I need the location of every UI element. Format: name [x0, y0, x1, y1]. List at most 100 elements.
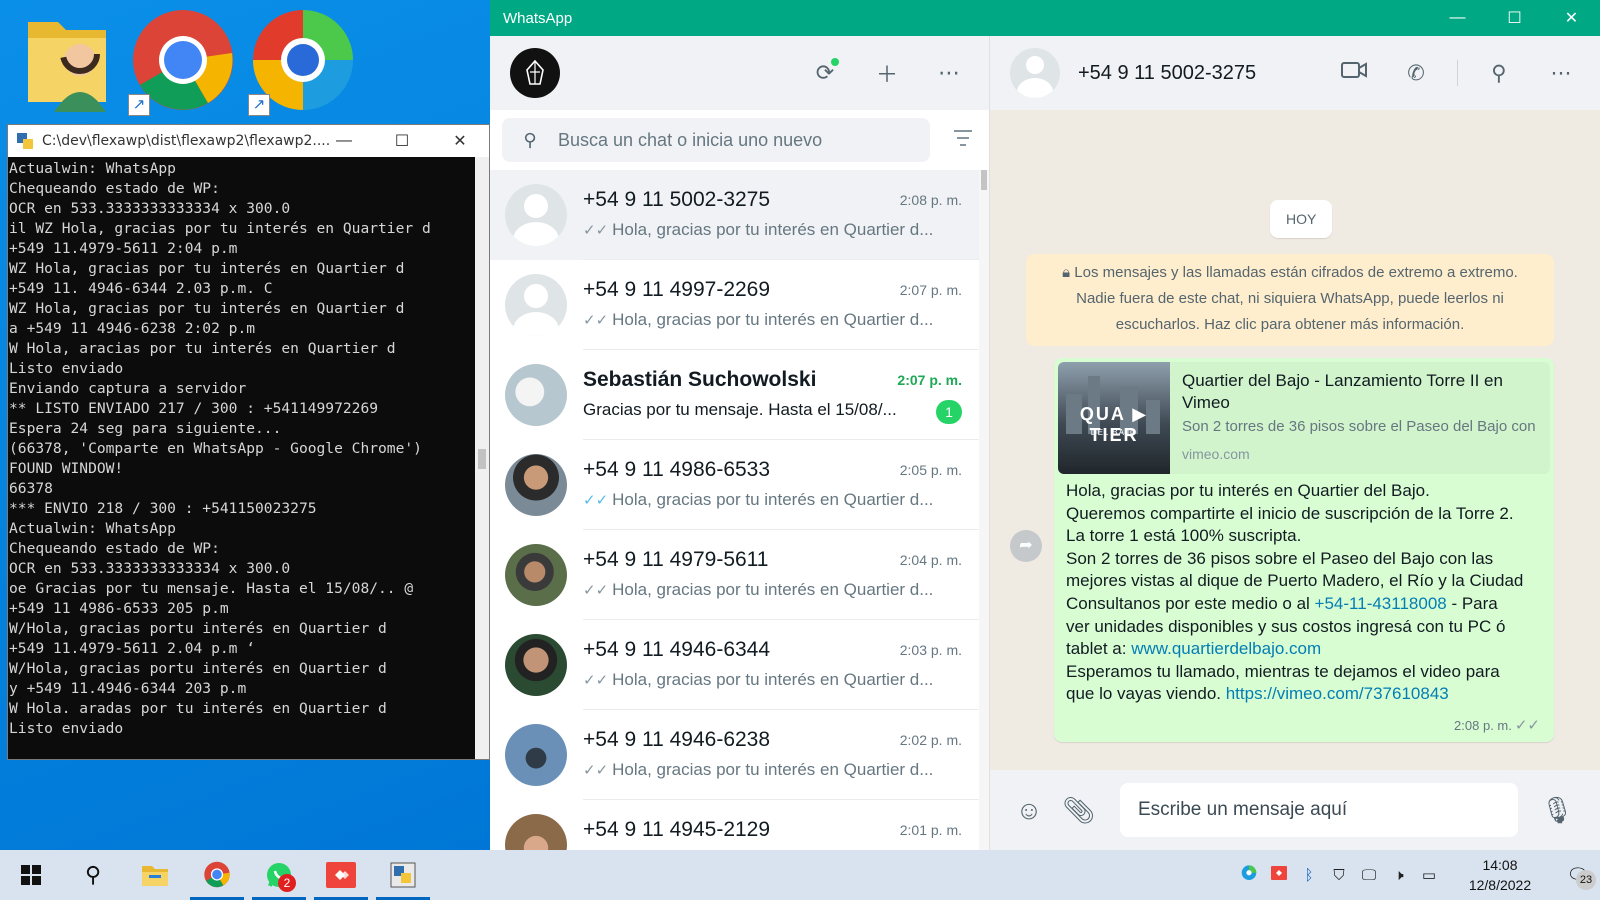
chrome-taskbar-icon[interactable]: [186, 850, 248, 900]
console-line: 66378: [9, 480, 53, 497]
chat-list-panel: ⟳ ＋ ⋯ ⚲ +54 9 11 5002-32752:08 p. m.✓✓Ho…: [490, 36, 990, 850]
status-icon[interactable]: ⟳: [807, 58, 843, 86]
message-input[interactable]: [1120, 783, 1518, 837]
whatsapp-taskbar-icon[interactable]: 2: [248, 850, 310, 900]
search-input[interactable]: [558, 129, 908, 151]
close-button[interactable]: ✕: [1543, 0, 1600, 36]
chat-list-item[interactable]: +54 9 11 4986-6533 2:05 p. m. ✓✓ Hola, grac…: [490, 440, 980, 530]
console-line: *** ENVIO 218 / 300 : +541150023275: [9, 500, 317, 517]
chat-list-item[interactable]: +54 9 11 4997-2269 2:07 p. m. ✓✓ Hola, grac…: [490, 260, 980, 350]
video-link[interactable]: https://vimeo.com/737610843: [1226, 684, 1449, 703]
chat-avatar: [505, 724, 567, 786]
chat-time: 2:04 p. m.: [899, 552, 962, 568]
minimize-button[interactable]: —: [315, 125, 373, 157]
microphone-icon[interactable]: 🎙︎: [1532, 795, 1582, 826]
phone-link[interactable]: +54-11-43118008: [1315, 594, 1447, 613]
search-messages-icon[interactable]: ⚲: [1478, 61, 1520, 86]
notification-center-icon[interactable]: 🗨︎23: [1556, 865, 1600, 890]
header-divider: [1457, 60, 1458, 86]
chat-preview: Gracias por tu mensaje. Hasta el 15/08/.…: [583, 400, 943, 420]
notice-line-3: escucharlos. Haz clic para obtener más i…: [1115, 316, 1465, 333]
bluetooth-icon[interactable]: ᛒ: [1294, 867, 1324, 884]
message-line: ver unidades disponibles y sus costos in…: [1066, 616, 1506, 636]
chat-preview: ✓✓ Hola, gracias por tu interés en Quarti…: [583, 580, 943, 600]
chat-avatar: [505, 634, 567, 696]
chat-time: 2:05 p. m.: [899, 462, 962, 478]
chat-list-scrollbar[interactable]: [979, 170, 989, 850]
maximize-button[interactable]: ☐: [1486, 0, 1543, 36]
chat-list-item[interactable]: +54 9 11 4979-5611 2:04 p. m. ✓✓ Hola, grac…: [490, 530, 980, 620]
console-scrollbar[interactable]: [475, 157, 489, 759]
chat-list-item[interactable]: +54 9 11 4945-2129 2:01 p. m.: [490, 800, 980, 850]
attach-icon[interactable]: 📎︎: [1054, 795, 1104, 826]
outgoing-message[interactable]: QUA ▶ TIER DEL BAJO Quartier del Bajo - …: [1054, 358, 1554, 742]
edge-desktop-icon[interactable]: ↗: [248, 8, 358, 116]
user-folder-desktop-icon[interactable]: [20, 8, 130, 116]
console-line: WZ Hola, gracias por tu interés en Quart…: [9, 260, 405, 277]
lock-icon: 🔒︎: [1062, 264, 1071, 281]
contact-name[interactable]: +54 9 11 5002-3275: [1078, 62, 1256, 85]
minimize-button[interactable]: —: [1429, 0, 1486, 36]
chrome-desktop-icon[interactable]: ↗: [128, 8, 238, 116]
chat-name: +54 9 11 4946-6238: [583, 728, 771, 751]
chat-preview: ✓✓ Hola, gracias por tu interés en Quarti…: [583, 220, 943, 240]
composer: ☺ 📎︎ 🎙︎: [990, 770, 1600, 850]
chat-list-item[interactable]: Sebastián Suchowolski 2:07 p. m. Gracias p…: [490, 350, 980, 440]
anydesk-tray-icon[interactable]: [1264, 866, 1294, 884]
menu-icon[interactable]: ⋯: [931, 60, 967, 86]
anydesk-taskbar-icon[interactable]: [310, 850, 372, 900]
chat-time: 2:03 p. m.: [899, 642, 962, 658]
my-profile-avatar[interactable]: [510, 48, 560, 98]
contact-avatar[interactable]: [1010, 48, 1060, 98]
emoji-icon[interactable]: ☺: [1004, 795, 1054, 826]
link-preview[interactable]: QUA ▶ TIER DEL BAJO Quartier del Bajo - …: [1058, 362, 1550, 474]
file-explorer-icon[interactable]: [124, 850, 186, 900]
chat-preview-text: Gracias por tu mensaje. Hasta el 15/08/.…: [583, 400, 897, 419]
chat-list-item[interactable]: +54 9 11 4946-6238 2:02 p. m. ✓✓ Hola, grac…: [490, 710, 980, 800]
scrollbar-thumb[interactable]: [981, 170, 987, 190]
website-link[interactable]: www.quartierdelbajo.com: [1131, 639, 1321, 658]
chat-text: +54 9 11 4979-5611 2:04 p. m. ✓✓ Hola, grac…: [583, 530, 980, 620]
scrollbar-thumb[interactable]: [478, 449, 486, 469]
start-button[interactable]: [0, 850, 62, 900]
maximize-button[interactable]: ☐: [373, 125, 431, 157]
filter-icon[interactable]: [953, 130, 973, 151]
video-call-icon[interactable]: [1333, 61, 1375, 85]
whatsapp-titlebar[interactable]: WhatsApp — ☐ ✕: [490, 0, 1600, 36]
clock[interactable]: 14:08 12/8/2022: [1452, 855, 1548, 895]
chat-time: 2:07 p. m.: [897, 372, 962, 388]
unread-badge: 1: [936, 400, 962, 424]
console-line: OCR en 533.3333333333334 x 300.0: [9, 560, 291, 577]
battery-icon[interactable]: ▭: [1414, 866, 1444, 884]
conversation-header[interactable]: +54 9 11 5002-3275 ✆ ⚲ ⋯: [990, 36, 1600, 110]
chat-preview: ✓✓ Hola, gracias por tu interés en Quarti…: [583, 490, 943, 510]
console-window[interactable]: C:\dev\flexawp\dist\flexawp2\flexawp2...…: [7, 124, 490, 760]
chat-preview: ✓✓ Hola, gracias por tu interés en Quarti…: [583, 760, 943, 780]
search-icon: ⚲: [523, 129, 537, 150]
message-area: HOY 🔒︎ Los mensajes y las llamadas están…: [990, 110, 1600, 770]
message-line: Queremos compartirte el inicio de suscri…: [1066, 503, 1514, 523]
chat-text: +54 9 11 4986-6533 2:05 p. m. ✓✓ Hola, grac…: [583, 440, 980, 530]
volume-muted-icon[interactable]: 🕨︎: [1384, 867, 1414, 884]
chat-time: 2:02 p. m.: [899, 732, 962, 748]
search-box[interactable]: ⚲: [502, 118, 930, 162]
chat-menu-icon[interactable]: ⋯: [1540, 61, 1582, 86]
taskbar: ⚲ 2 ᛒ ⛉ 🖵︎ 🕨︎ ▭ 14:08 12/8/2022 🗨︎23: [0, 850, 1600, 900]
chat-list-item[interactable]: +54 9 11 5002-3275 2:08 p. m. ✓✓ Hola, grac…: [490, 170, 980, 260]
edge-tray-icon[interactable]: [1234, 865, 1264, 885]
voice-call-icon[interactable]: ✆: [1395, 61, 1437, 86]
console-line: a +549 11 4946-6238 2:02 p.m: [9, 320, 256, 337]
console-titlebar[interactable]: C:\dev\flexawp\dist\flexawp2\flexawp2...…: [8, 125, 489, 157]
python-console-taskbar-icon[interactable]: [372, 850, 434, 900]
network-icon[interactable]: 🖵︎: [1354, 867, 1384, 884]
notification-count: 23: [1576, 869, 1596, 890]
chat-time: 2:08 p. m.: [899, 192, 962, 208]
link-preview-title: Quartier del Bajo - Lanzamiento Torre II…: [1182, 371, 1503, 412]
taskbar-search-icon[interactable]: ⚲: [62, 850, 124, 900]
forward-icon[interactable]: ➦: [1010, 530, 1042, 562]
close-button[interactable]: ✕: [431, 125, 489, 157]
new-chat-icon[interactable]: ＋: [869, 57, 905, 89]
security-shield-icon[interactable]: ⛉: [1324, 867, 1354, 884]
chat-list-item[interactable]: +54 9 11 4946-6344 2:03 p. m. ✓✓ Hola, grac…: [490, 620, 980, 710]
encryption-notice[interactable]: 🔒︎ Los mensajes y las llamadas están cif…: [1026, 254, 1554, 346]
